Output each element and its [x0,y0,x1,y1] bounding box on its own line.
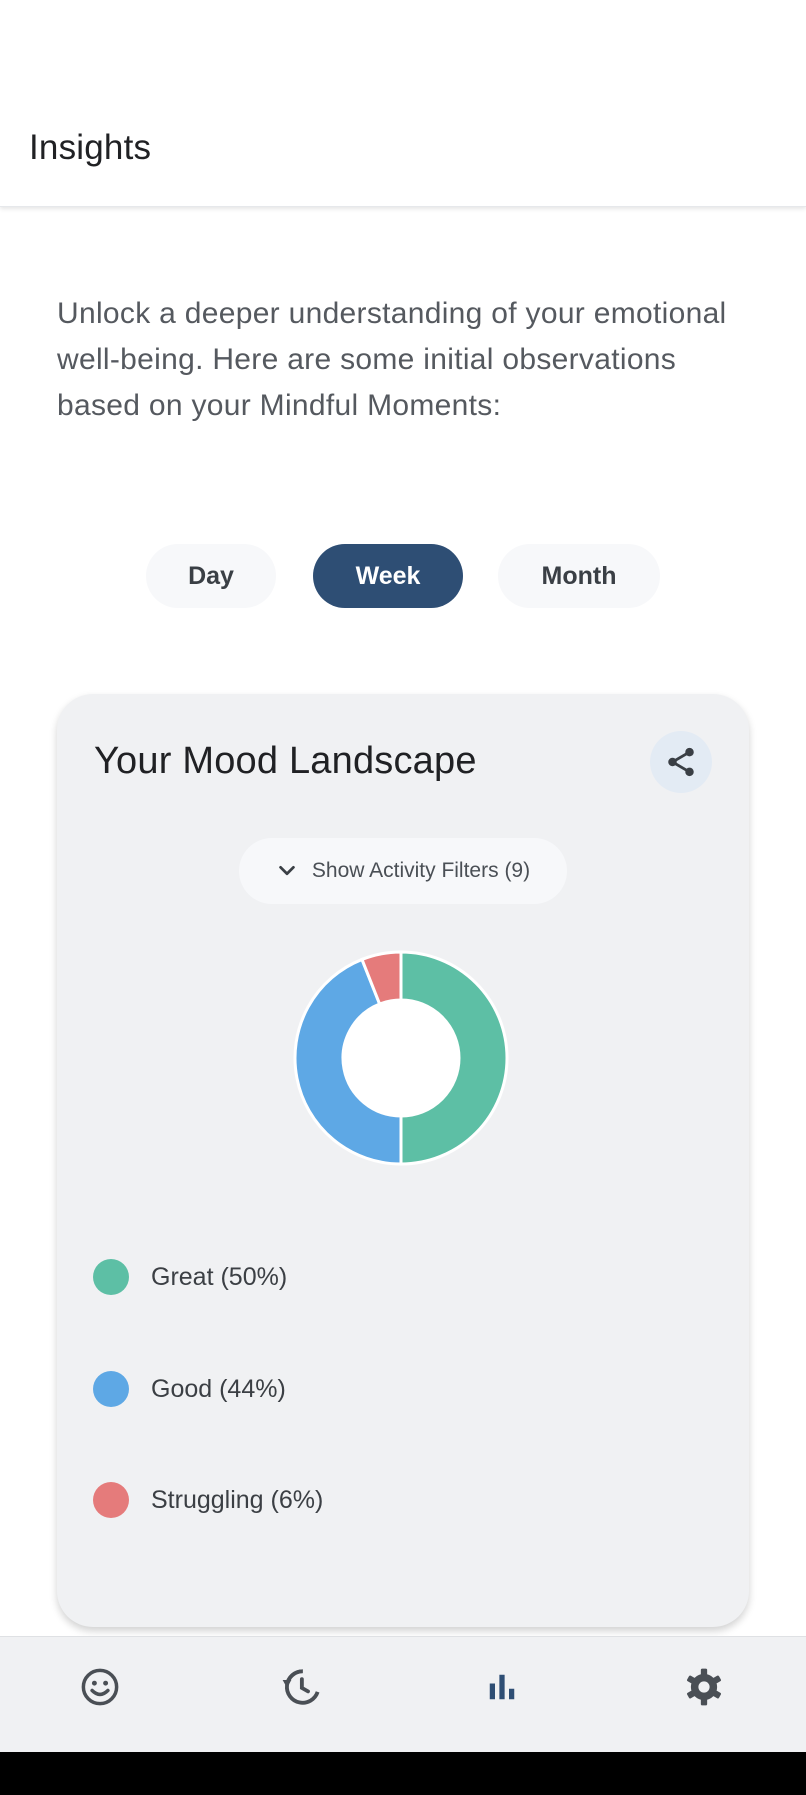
share-button[interactable] [650,731,712,793]
legend-dot-struggling [93,1482,129,1518]
intro-text: Unlock a deeper understanding of your em… [57,297,727,422]
card-title: Your Mood Landscape [94,740,477,782]
legend-label-great: Great (50%) [151,1262,288,1291]
activity-filters-label: Show Activity Filters (9) [311,859,531,882]
legend-label-struggling: Struggling (6%) [151,1485,324,1514]
mood-smiley-icon [81,1668,119,1706]
tab-month[interactable]: Month [498,544,660,608]
nav-settings[interactable] [672,1655,736,1719]
mood-donut-chart [293,950,509,1166]
tab-week[interactable]: Week [313,544,463,608]
activity-filters-toggle[interactable]: Show Activity Filters (9) [239,838,567,904]
nav-insights[interactable] [470,1655,534,1719]
insights-bar-chart-icon [489,1674,515,1700]
chevron-down-icon [279,865,295,876]
system-navigation-bar [0,1752,806,1795]
tab-day[interactable]: Day [146,544,276,608]
page-title: Insights [29,128,152,167]
legend-label-good: Good (44%) [151,1374,286,1403]
legend-item-good: Good (44%) [93,1370,286,1408]
legend-dot-great [93,1259,129,1295]
legend-item-great: Great (50%) [93,1258,287,1296]
mood-landscape-card: Your Mood Landscape Show Activity Filter… [57,694,749,1627]
donut-hole [343,1000,459,1116]
legend-item-struggling: Struggling (6%) [93,1481,323,1519]
period-selector: Day Week Month [0,544,806,608]
nav-history[interactable] [269,1655,333,1719]
history-icon [282,1669,320,1705]
share-icon [668,747,694,777]
nav-mood[interactable] [68,1655,132,1719]
settings-gear-icon [687,1668,721,1706]
legend-dot-good [93,1371,129,1407]
app-bar: Insights [0,0,806,207]
bottom-navigation [0,1636,806,1753]
